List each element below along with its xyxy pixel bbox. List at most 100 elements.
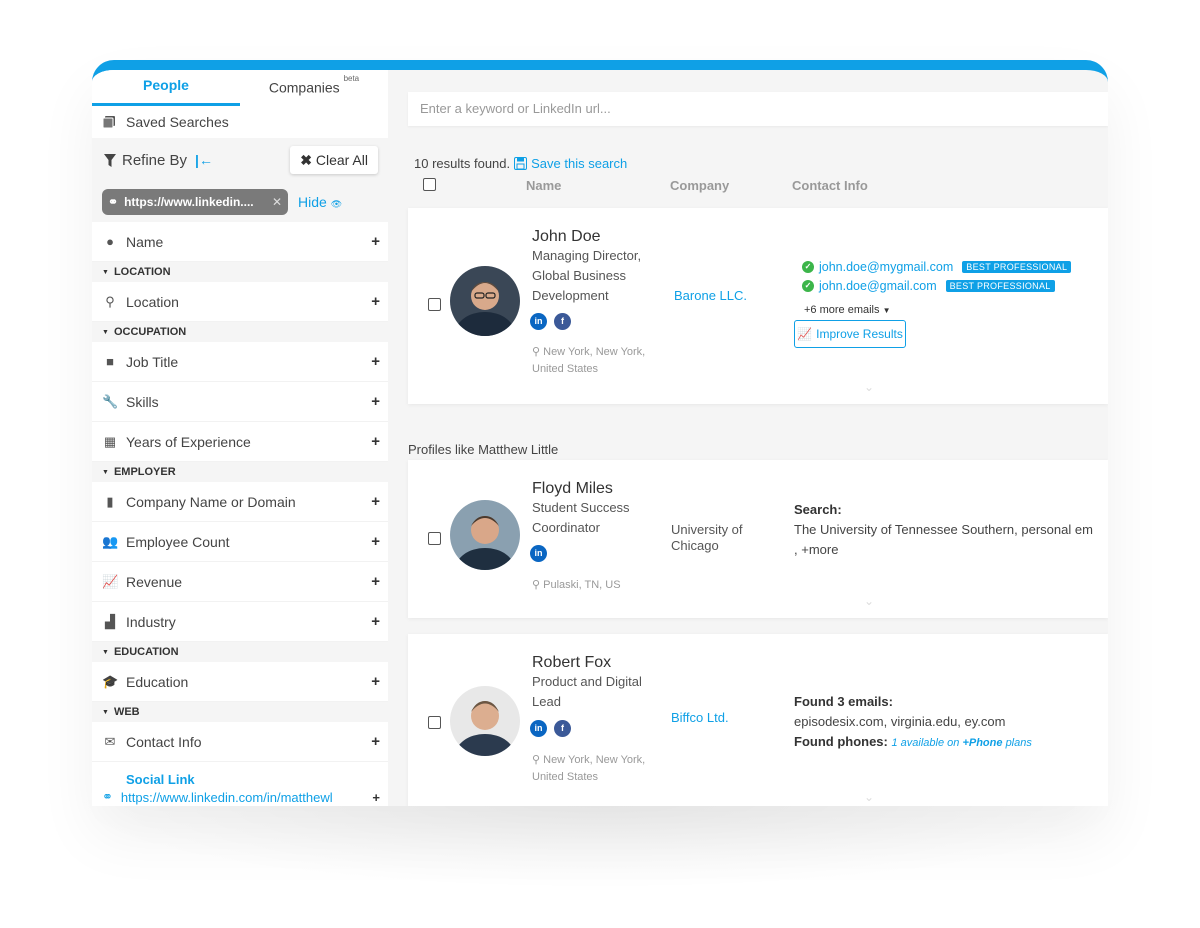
company-name: University of Chicago	[671, 522, 743, 553]
caret-down-icon: ▼	[882, 306, 891, 315]
row-checkbox[interactable]	[428, 532, 441, 545]
search-label: Search:	[794, 502, 842, 517]
chevron-down-icon[interactable]: ⌄	[864, 594, 874, 608]
filter-name[interactable]: ● Name +	[92, 222, 388, 262]
avatar[interactable]	[450, 500, 520, 570]
chevron-down-icon[interactable]: ⌄	[864, 790, 874, 804]
building-icon: ▮	[106, 493, 114, 509]
tab-bar: People Companies beta	[92, 70, 388, 106]
result-card: Robert Fox Product and Digital Lead in f…	[408, 634, 1108, 806]
line-chart-icon: 📈	[102, 573, 119, 589]
beta-badge: beta	[343, 74, 360, 83]
refine-title: Refine By	[122, 151, 188, 169]
filter-icon	[104, 153, 116, 167]
plus-icon[interactable]: +	[371, 533, 380, 550]
section-location-label: LOCATION	[113, 266, 171, 278]
plus-icon[interactable]: +	[371, 673, 380, 690]
filter-job-title[interactable]: ■ Job Title +	[92, 342, 388, 382]
section-occupation[interactable]: ▼ OCCUPATION	[92, 322, 388, 342]
avatar[interactable]	[450, 686, 520, 756]
map-pin-icon: ⚲	[532, 346, 544, 358]
filter-skills[interactable]: 🔧 Skills +	[92, 382, 388, 422]
avatar[interactable]	[450, 266, 520, 336]
company-link[interactable]: Biffco Ltd.	[671, 710, 729, 725]
person-name[interactable]: Floyd Miles	[532, 480, 613, 498]
filter-years-experience[interactable]: ▦ Years of Experience +	[92, 422, 388, 462]
users-icon: 👥	[102, 533, 119, 549]
filter-contact-info[interactable]: ✉ Contact Info +	[92, 722, 388, 762]
filter-revenue-label: Revenue	[126, 573, 183, 590]
more-emails-dropdown[interactable]: +6 more emails ▼	[804, 304, 891, 316]
clear-all-button[interactable]: ✖ Clear All	[290, 146, 378, 174]
person-name[interactable]: John Doe	[532, 228, 601, 246]
plus-icon[interactable]: +	[371, 233, 380, 250]
email-value[interactable]: john.doe@mygmail.com	[819, 260, 953, 274]
best-professional-badge: BEST PROFESSIONAL	[962, 261, 1072, 273]
plus-icon[interactable]: +	[372, 790, 380, 805]
phone-plans-link[interactable]: 1 available on +Phone plans	[892, 737, 1032, 749]
filter-employee-count[interactable]: 👥 Employee Count +	[92, 522, 388, 562]
filter-years-label: Years of Experience	[126, 433, 251, 450]
plus-icon[interactable]: +	[371, 433, 380, 450]
column-contact[interactable]: Contact Info	[792, 178, 868, 193]
plus-icon[interactable]: +	[371, 573, 380, 590]
search-input[interactable]: Enter a keyword or LinkedIn url...	[408, 92, 1108, 126]
result-card: John Doe Managing Director, Global Busin…	[408, 208, 1108, 404]
section-location[interactable]: ▼ LOCATION	[92, 262, 388, 282]
facebook-icon[interactable]: f	[554, 313, 571, 330]
filter-industry[interactable]: ▟ Industry +	[92, 602, 388, 642]
person-location: ⚲ New York, New York, United States	[532, 752, 662, 786]
tab-people[interactable]: People	[92, 70, 240, 106]
hide-link[interactable]: Hide 👁	[298, 194, 342, 210]
industry-icon: ▟	[105, 613, 115, 629]
check-circle-icon: ✓	[802, 261, 814, 273]
check-circle-icon: ✓	[802, 280, 814, 292]
linkedin-icon[interactable]: in	[530, 313, 547, 330]
section-web[interactable]: ▼ WEB	[92, 702, 388, 722]
saved-searches-item[interactable]: Saved Searches	[92, 106, 388, 138]
filter-education[interactable]: 🎓 Education +	[92, 662, 388, 702]
chevron-down-icon[interactable]: ⌄	[864, 380, 874, 394]
row-checkbox[interactable]	[428, 298, 441, 311]
clear-all-label: Clear All	[315, 152, 368, 168]
improve-results-button[interactable]: 📈 Improve Results	[794, 320, 906, 348]
filter-company-name[interactable]: ▮ Company Name or Domain +	[92, 482, 388, 522]
linkedin-icon[interactable]: in	[530, 720, 547, 737]
plus-icon[interactable]: +	[371, 613, 380, 630]
collapse-sidebar-icon[interactable]: |←	[195, 152, 213, 168]
plus-icon[interactable]: +	[371, 353, 380, 370]
select-all-checkbox[interactable]	[423, 178, 436, 191]
remove-chip-icon[interactable]: ✕	[272, 195, 282, 209]
chip-text: https://www.linkedin....	[124, 195, 254, 209]
email-value[interactable]: john.doe@gmail.com	[819, 279, 937, 293]
email-row: ✓ john.doe@gmail.com BEST PROFESSIONAL	[802, 279, 1055, 293]
section-education[interactable]: ▼ EDUCATION	[92, 642, 388, 662]
more-link[interactable]: , +more	[794, 542, 838, 557]
social-link-value[interactable]: https://www.linkedin.com/in/matthewl	[121, 790, 333, 805]
caret-down-icon: ▼	[102, 708, 109, 716]
person-title: Managing Director, Global Business Devel…	[532, 248, 642, 303]
facebook-icon[interactable]: f	[554, 720, 571, 737]
active-filter-chip[interactable]: ⚭ https://www.linkedin.... ✕	[102, 189, 288, 215]
filter-revenue[interactable]: 📈 Revenue +	[92, 562, 388, 602]
column-company[interactable]: Company	[670, 178, 729, 193]
plus-icon[interactable]: +	[371, 493, 380, 510]
section-employer[interactable]: ▼ EMPLOYER	[92, 462, 388, 482]
linkedin-icon[interactable]: in	[530, 545, 547, 562]
plus-icon[interactable]: +	[371, 733, 380, 750]
column-name[interactable]: Name	[526, 178, 561, 193]
caret-down-icon: ▼	[102, 268, 109, 276]
section-education-label: EDUCATION	[113, 646, 179, 658]
row-checkbox[interactable]	[428, 716, 441, 729]
tab-companies[interactable]: Companies beta	[240, 70, 388, 106]
plus-icon[interactable]: +	[371, 293, 380, 310]
plus-icon[interactable]: +	[371, 393, 380, 410]
person-name[interactable]: Robert Fox	[532, 654, 611, 672]
person-location: ⚲ Pulaski, TN, US	[532, 577, 662, 594]
social-link-filter: Social Link ⚭ https://www.linkedin.com/i…	[92, 762, 388, 806]
filter-location[interactable]: ⚲ Location +	[92, 282, 388, 322]
search-text: The University of Tennessee Southern, pe…	[794, 522, 1093, 537]
company-link[interactable]: Barone LLC.	[674, 288, 747, 303]
save-search-link[interactable]: Save this search	[531, 156, 627, 171]
filter-industry-label: Industry	[126, 613, 176, 630]
